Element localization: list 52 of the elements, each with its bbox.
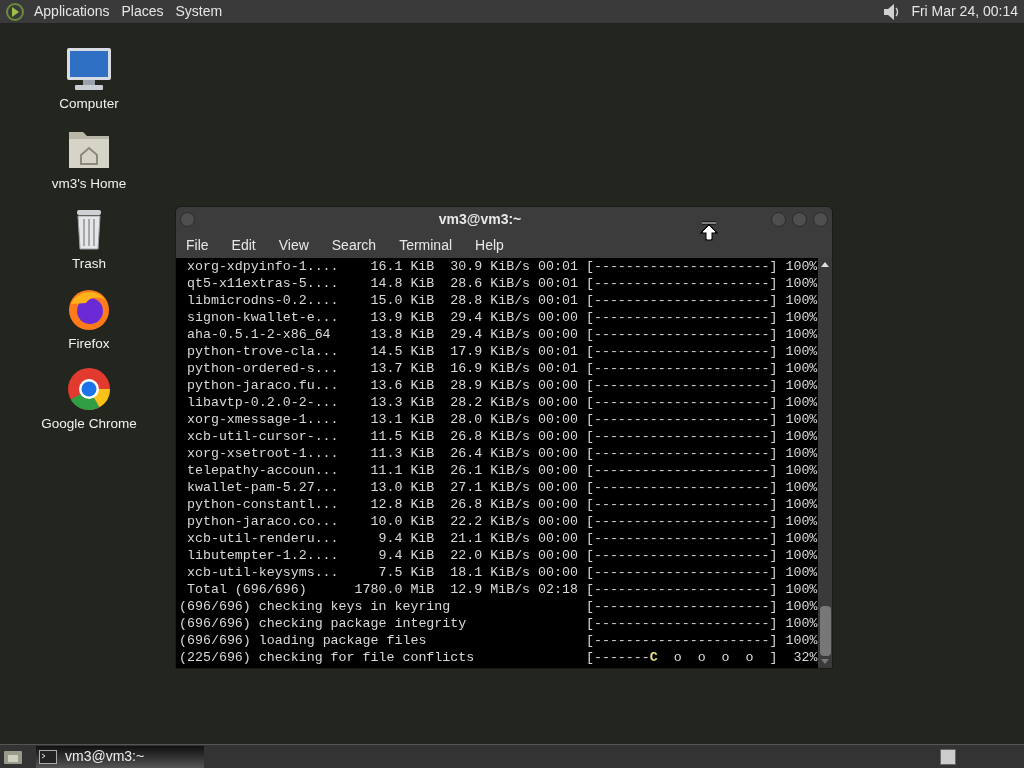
terminal-line: signon-kwallet-e... 13.9 KiB 29.4 KiB/s 00:00 [----------------------] 100% xyxy=(185,309,818,326)
terminal-line: xorg-xmessage-1.... 13.1 KiB 28.0 KiB/s 00:00 [----------------------] 100% xyxy=(185,411,818,428)
terminal-line: (696/696) checking package integrity [----------------------] 100% xyxy=(179,615,818,632)
terminal-line: (696/696) checking keys in keyring [----------------------] 100% xyxy=(179,598,818,615)
desktop-icon-label[interactable]: Firefox xyxy=(68,334,110,355)
maximize-button[interactable] xyxy=(792,212,807,227)
terminal-line: kwallet-pam-5.27... 13.0 KiB 27.1 KiB/s 00:00 [----------------------] 100% xyxy=(185,479,818,496)
terminal-line: python-trove-cla... 14.5 KiB 17.9 KiB/s 00:01 [----------------------] 100% xyxy=(185,343,818,360)
desktop-icon-label[interactable]: vm3's Home xyxy=(51,174,127,195)
menu-item[interactable]: Edit xyxy=(223,234,264,256)
menu-item[interactable]: View xyxy=(270,234,317,256)
terminal-line: aha-0.5.1-2-x86_64 13.8 KiB 29.4 KiB/s 00:00 [----------------------] 100% xyxy=(185,326,818,343)
desktop-icon-label[interactable]: Trash xyxy=(72,254,106,275)
terminal-line: python-constantl... 12.8 KiB 26.8 KiB/s 00:00 [----------------------] 100% xyxy=(185,496,818,513)
panel-menu[interactable]: Applications xyxy=(34,1,110,22)
terminal-line: libutempter-1.2.... 9.4 KiB 22.0 KiB/s 00:00 [----------------------] 100% xyxy=(185,547,818,564)
scroll-up-icon[interactable] xyxy=(820,260,830,270)
terminal-line: xcb-util-cursor-... 11.5 KiB 26.8 KiB/s 00:00 [----------------------] 100% xyxy=(185,428,818,445)
terminal-line: python-ordered-s... 13.7 KiB 16.9 KiB/s 00:01 [----------------------] 100% xyxy=(185,360,818,377)
menu-item[interactable]: File xyxy=(178,234,217,256)
panel-menu[interactable]: Places xyxy=(121,1,164,22)
terminal-line: python-jaraco.fu... 13.6 KiB 28.9 KiB/s 00:00 [----------------------] 100% xyxy=(185,377,818,394)
window-menu-button[interactable] xyxy=(180,212,195,227)
terminal-line: libmicrodns-0.2.... 15.0 KiB 28.8 KiB/s 00:01 [----------------------] 100% xyxy=(185,292,818,309)
close-button[interactable] xyxy=(813,212,828,227)
terminal-line: xorg-xsetroot-1.... 11.3 KiB 26.4 KiB/s 00:00 [----------------------] 100% xyxy=(185,445,818,462)
menu-item[interactable]: Help xyxy=(467,234,512,256)
terminal-line: (696/696) loading package files [----------------------] 100% xyxy=(179,632,818,649)
terminal-line: xorg-xdpyinfo-1.... 16.1 KiB 30.9 KiB/s 00:01 [----------------------] 100% xyxy=(185,258,818,275)
window-title: vm3@vm3:~ xyxy=(437,210,523,229)
terminal-line: qt5-x11extras-5.... 14.8 KiB 28.6 KiB/s 00:01 [----------------------] 100% xyxy=(185,275,818,292)
terminal-line: Total (696/696) 1780.0 MiB 12.9 MiB/s 02:18 [----------------------] 100% xyxy=(185,581,818,598)
terminal-line: libavtp-0.2.0-2-... 13.3 KiB 28.2 KiB/s 00:00 [----------------------] 100% xyxy=(185,394,818,411)
minimize-button[interactable] xyxy=(771,212,786,227)
menu-item[interactable]: Terminal xyxy=(391,234,461,256)
terminal-line: (225/696) checking for file conflicts [-------C o o o o ] 32% xyxy=(179,649,818,666)
scrollbar-thumb[interactable] xyxy=(819,606,831,656)
pointer-icon xyxy=(700,221,718,241)
desktop-icon-label[interactable]: Computer xyxy=(59,94,119,115)
workspace-switcher[interactable] xyxy=(940,748,956,765)
terminal-line: telepathy-accoun... 11.1 KiB 26.1 KiB/s 00:00 [----------------------] 100% xyxy=(185,462,818,479)
logo-icon[interactable] xyxy=(4,1,26,22)
desktop-icon-label[interactable]: Google Chrome xyxy=(41,414,137,435)
clock[interactable]: Fri Mar 24, 00:14 xyxy=(911,1,1018,22)
taskbar-button[interactable]: vm3@vm3:~ xyxy=(36,745,204,768)
menu-item[interactable]: Search xyxy=(323,234,385,256)
scrollbar[interactable] xyxy=(818,258,832,668)
terminal-line: xcb-util-keysyms... 7.5 KiB 18.1 KiB/s 00:00 [----------------------] 100% xyxy=(185,564,818,581)
terminal-icon xyxy=(39,749,57,764)
terminal-line: xcb-util-renderu... 9.4 KiB 21.1 KiB/s 00:00 [----------------------] 100% xyxy=(185,530,818,547)
terminal-line: python-jaraco.co... 10.0 KiB 22.2 KiB/s 00:00 [----------------------] 100% xyxy=(185,513,818,530)
panel-menu[interactable]: System xyxy=(175,1,223,22)
